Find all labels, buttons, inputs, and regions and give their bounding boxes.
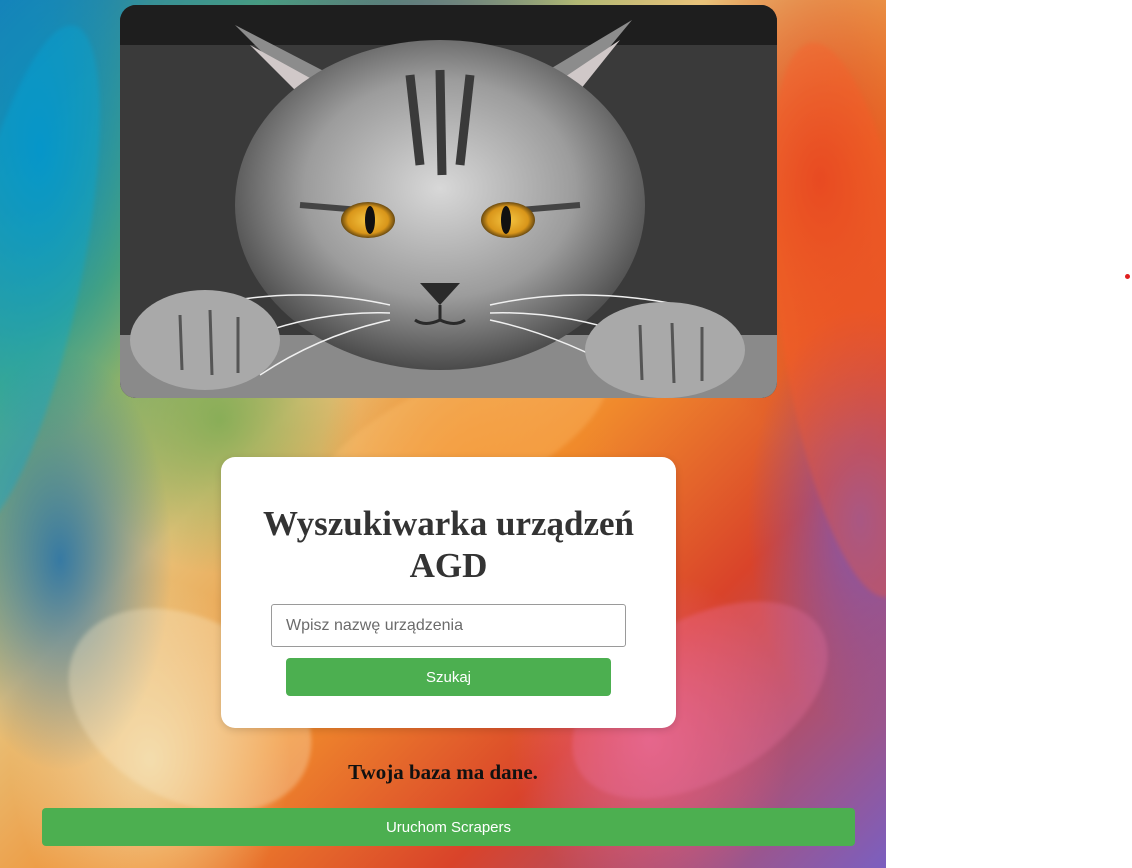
search-card: Wyszukiwarka urządzeń AGD Szukaj bbox=[221, 457, 676, 728]
page: Wyszukiwarka urządzeń AGD Szukaj Twoja b… bbox=[0, 0, 1132, 868]
database-status-message: Twoja baza ma dane. bbox=[348, 760, 538, 784]
swirl-background: Wyszukiwarka urządzeń AGD Szukaj Twoja b… bbox=[0, 0, 886, 868]
search-title: Wyszukiwarka urządzeń AGD bbox=[262, 504, 635, 585]
kitten-image-icon bbox=[120, 5, 777, 398]
red-dot-marker bbox=[1125, 274, 1130, 279]
device-search-input[interactable] bbox=[271, 604, 626, 647]
search-button[interactable]: Szukaj bbox=[286, 658, 611, 696]
run-scrapers-button[interactable]: Uruchom Scrapers bbox=[42, 808, 855, 846]
kitten-photo bbox=[120, 5, 777, 398]
